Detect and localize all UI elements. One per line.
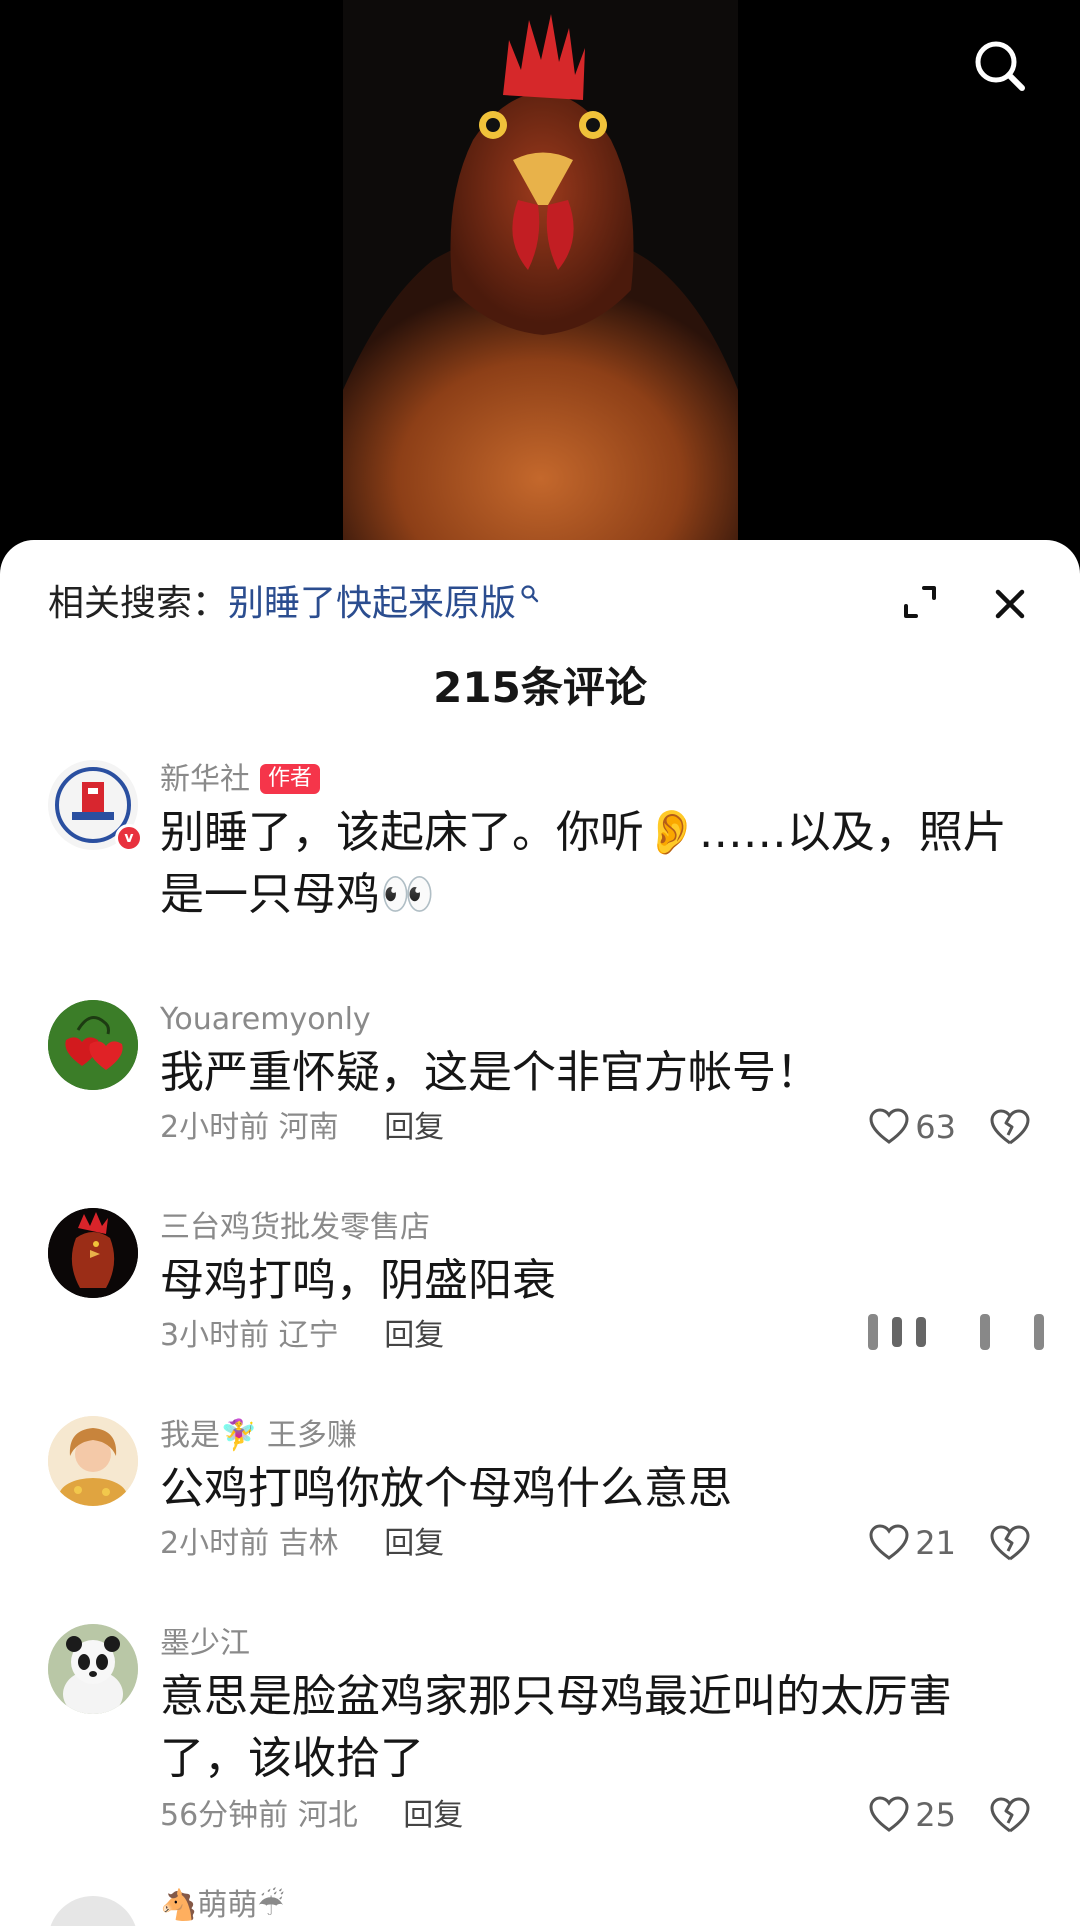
like-count: 21	[915, 1524, 956, 1562]
username-text: 新华社	[160, 762, 250, 797]
loading-indicator	[868, 1314, 1044, 1350]
comment-time: 2小时前	[160, 1110, 270, 1145]
comment-item: 三台鸡货批发零售店 母鸡打鸣，阴盛阳衰 3小时前 辽宁 回复	[0, 1208, 1080, 1368]
like-button[interactable]: 25	[869, 1796, 956, 1834]
comment-time: 2小时前	[160, 1526, 270, 1561]
comment-text: 别睡了，该起床了。你听👂……以及，照片是一只母鸡👀	[160, 807, 1007, 920]
comment-text: 我严重怀疑，这是个非官方帐号！	[160, 1047, 820, 1098]
reply-button[interactable]: 回复	[384, 1526, 444, 1561]
heart-outline-icon	[869, 1108, 909, 1144]
reply-button[interactable]: 回复	[384, 1318, 444, 1353]
comment-username[interactable]: 新华社 作者	[160, 760, 321, 800]
comment-meta: 3小时前 辽宁 回复	[160, 1316, 444, 1356]
loading-bar	[980, 1314, 990, 1350]
broken-heart-icon[interactable]	[990, 1524, 1030, 1564]
author-tag: 作者	[260, 764, 321, 794]
comment-location: 吉林	[278, 1526, 339, 1561]
loading-bar	[916, 1317, 926, 1347]
comment-item: 我是🧚‍♀️ 王多赚 公鸡打鸣你放个母鸡什么意思 2小时前 吉林 回复 21	[0, 1416, 1080, 1576]
avatar[interactable]	[48, 1208, 138, 1298]
comment-location: 河北	[297, 1798, 358, 1833]
broken-heart-icon[interactable]	[990, 1796, 1030, 1836]
close-icon[interactable]	[988, 582, 1032, 626]
comment-username[interactable]: 墨少江	[160, 1624, 250, 1664]
verified-badge-icon: v	[115, 824, 143, 852]
comment-time: 56分钟前	[160, 1798, 289, 1833]
like-count: 63	[915, 1108, 956, 1146]
search-icon[interactable]	[970, 36, 1030, 96]
reply-button[interactable]: 回复	[403, 1798, 463, 1833]
comment-location: 辽宁	[278, 1318, 339, 1353]
comment-text: 意思是脸盆鸡家那只母鸡最近叫的太厉害了，该收拾了	[160, 1671, 952, 1784]
related-search-keyword[interactable]: 别睡了快起来原版	[228, 583, 516, 624]
loading-bar	[868, 1314, 878, 1350]
comment-item: v 新华社 作者 别睡了，该起床了。你听👂……以及，照片是一只母鸡👀	[0, 760, 1080, 940]
comment-location: 河南	[278, 1110, 339, 1145]
loading-bar	[892, 1317, 902, 1347]
avatar[interactable]	[48, 1416, 138, 1506]
avatar[interactable]	[48, 1624, 138, 1714]
comment-username[interactable]: 我是🧚‍♀️ 王多赚	[160, 1416, 357, 1456]
comment-item: 墨少江 意思是脸盆鸡家那只母鸡最近叫的太厉害了，该收拾了 56分钟前 河北 回复…	[0, 1624, 1080, 1844]
avatar[interactable]	[48, 1896, 138, 1926]
like-button[interactable]: 21	[869, 1524, 956, 1562]
comment-text: 公鸡打鸣你放个母鸡什么意思	[160, 1463, 732, 1514]
search-small-icon	[521, 585, 539, 603]
comment-item: 🐴萌萌☔	[0, 1888, 1080, 1926]
avatar[interactable]	[48, 1000, 138, 1090]
comment-username[interactable]: 🐴萌萌☔	[160, 1886, 284, 1926]
comment-meta: 56分钟前 河北 回复	[160, 1796, 463, 1836]
like-count: 25	[915, 1796, 956, 1834]
comment-text: 母鸡打鸣，阴盛阳衰	[160, 1255, 556, 1306]
expand-icon[interactable]	[900, 582, 940, 622]
related-search-label: 相关搜索：	[48, 583, 229, 624]
comment-username[interactable]: 三台鸡货批发零售店	[160, 1208, 430, 1248]
loading-bar	[1034, 1314, 1044, 1350]
comment-item: Youaremyonly 我严重怀疑，这是个非官方帐号！ 2小时前 河南 回复 …	[0, 1000, 1080, 1160]
related-search[interactable]: 相关搜索：别睡了快起来原版	[48, 580, 540, 628]
comment-count: 215条评论	[433, 663, 647, 712]
heart-outline-icon	[869, 1524, 909, 1560]
comment-username[interactable]: Youaremyonly	[160, 1000, 371, 1040]
comment-meta: 2小时前 河南 回复	[160, 1108, 444, 1148]
heart-outline-icon	[869, 1796, 909, 1832]
reply-button[interactable]: 回复	[384, 1110, 444, 1145]
hen-photo	[343, 0, 738, 560]
comment-meta: 2小时前 吉林 回复	[160, 1524, 444, 1564]
like-button[interactable]: 63	[869, 1108, 956, 1146]
video-player[interactable]	[0, 0, 1080, 560]
comment-time: 3小时前	[160, 1318, 270, 1353]
broken-heart-icon[interactable]	[990, 1108, 1030, 1148]
